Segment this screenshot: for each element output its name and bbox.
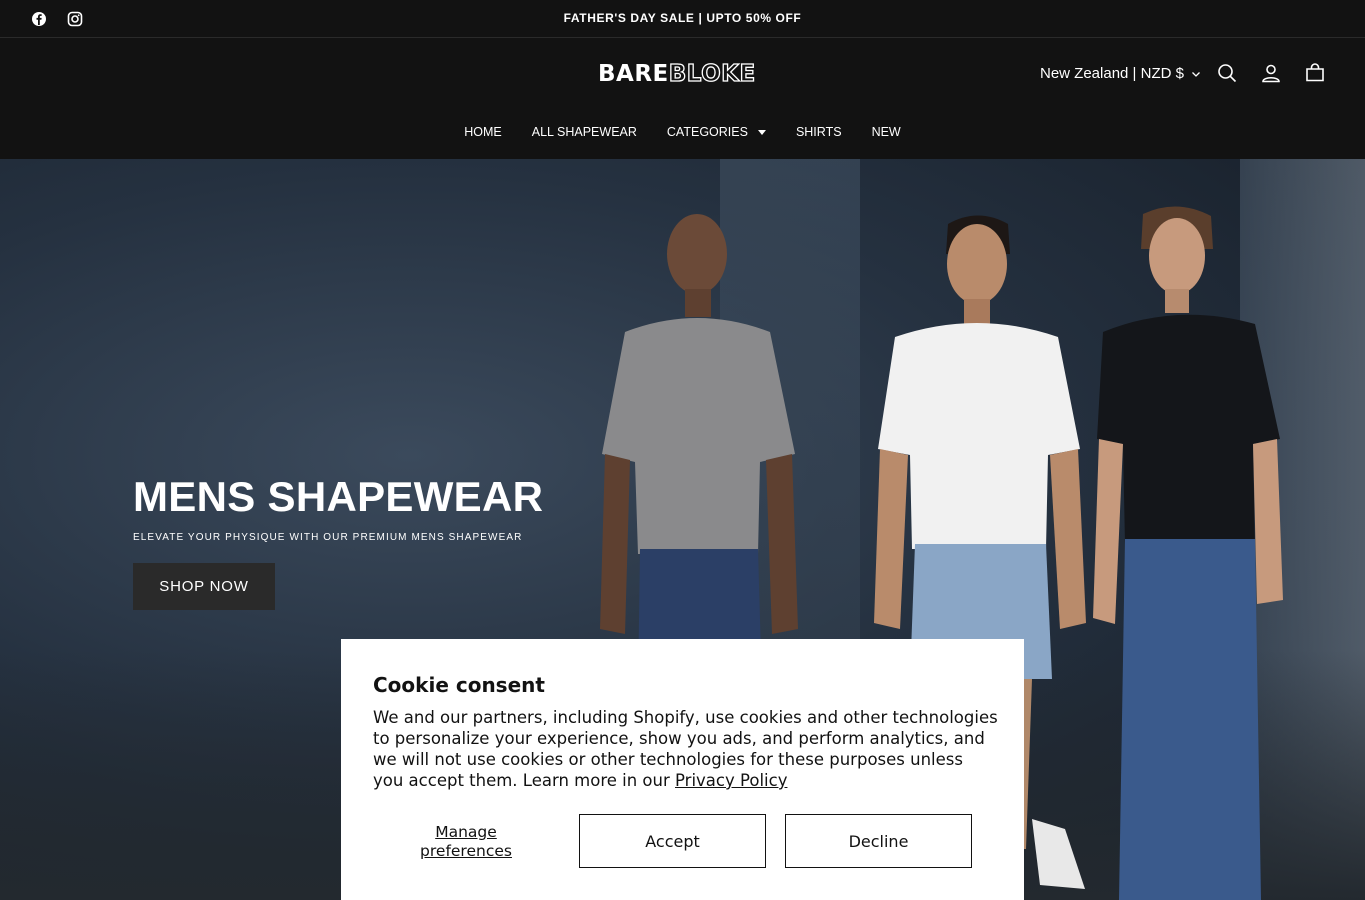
announcement-bar: FATHER'S DAY SALE | UPTO 50% OFF (0, 0, 1365, 38)
nav-new[interactable]: NEW (872, 125, 901, 139)
hero-title: MENS SHAPEWEAR (133, 473, 544, 520)
nav-categories[interactable]: CATEGORIES (667, 125, 766, 139)
decline-button[interactable]: Decline (785, 814, 972, 868)
chevron-down-icon (1191, 71, 1200, 77)
brand-logo[interactable]: BAREBLOKE (598, 60, 756, 87)
account-icon[interactable] (1259, 61, 1283, 85)
privacy-policy-link[interactable]: Privacy Policy (675, 771, 787, 790)
cookie-title: Cookie consent (373, 673, 545, 697)
nav-label: SHIRTS (795, 125, 842, 139)
accept-button[interactable]: Accept (579, 814, 766, 868)
site-header: BAREBLOKE New Zealand | NZD $ HOME ALL S… (0, 39, 1365, 159)
nav-label: ALL SHAPEWEAR (531, 125, 637, 139)
caret-down-icon (757, 129, 766, 135)
main-navigation: HOME ALL SHAPEWEAR CATEGORIES SHIRTS NEW (0, 125, 1365, 139)
model-black-tshirt-image (1093, 206, 1283, 900)
nav-shirts[interactable]: SHIRTS (796, 125, 842, 139)
nav-home[interactable]: HOME (464, 125, 502, 139)
nav-label: CATEGORIES (666, 125, 748, 139)
nav-all-shapewear[interactable]: ALL SHAPEWEAR (532, 125, 637, 139)
country-currency-selector[interactable]: New Zealand | NZD $ (1040, 65, 1201, 82)
cart-icon[interactable] (1303, 61, 1327, 85)
manage-preferences-link[interactable]: Manage preferences (407, 823, 525, 861)
announcement-text[interactable]: FATHER'S DAY SALE | UPTO 50% OFF (0, 11, 1365, 25)
cookie-body: We and our partners, including Shopify, … (373, 707, 998, 791)
cookie-consent-banner: Cookie consent We and our partners, incl… (341, 639, 1024, 900)
hero-subtitle: ELEVATE YOUR PHYSIQUE WITH OUR PREMIUM M… (133, 532, 523, 543)
shop-now-button[interactable]: SHOP NOW (133, 563, 275, 610)
nav-label: NEW (871, 125, 901, 139)
locale-label: New Zealand | NZD $ (1040, 65, 1184, 82)
logo-bare: BARE (598, 61, 669, 87)
logo-bloke: BLOKE (668, 60, 756, 87)
search-icon[interactable] (1215, 61, 1239, 85)
nav-label: HOME (464, 125, 502, 139)
